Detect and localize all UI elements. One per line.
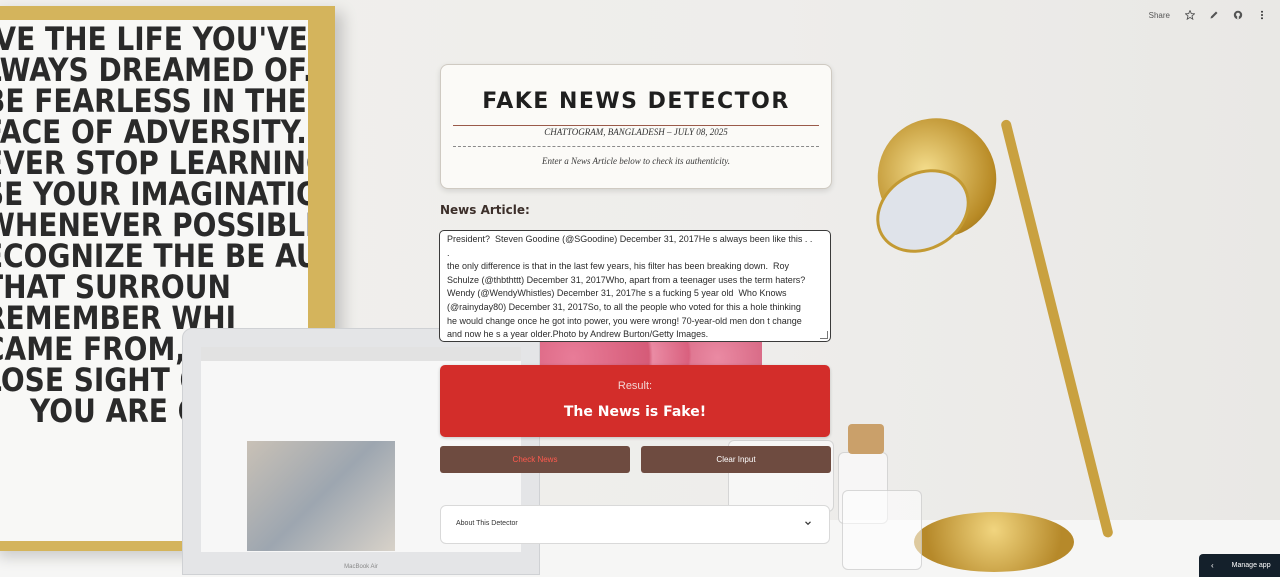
check-news-button[interactable]: Check News xyxy=(440,446,630,473)
header-card: FAKE NEWS DETECTOR CHATTOGRAM, BANGLADES… xyxy=(440,64,832,189)
title-divider xyxy=(453,125,819,126)
result-value: The News is Fake! xyxy=(563,404,707,420)
perfume-bottle xyxy=(842,490,922,570)
about-expander[interactable]: About This Detector xyxy=(440,505,830,544)
result-label: Result: xyxy=(617,380,653,392)
chevron-left-icon: ‹ xyxy=(1211,561,1214,570)
dashed-divider xyxy=(453,146,819,147)
result-box: Result: The News is Fake! xyxy=(440,365,830,437)
laptop-photo xyxy=(247,441,395,551)
lamp-arm xyxy=(1000,118,1114,539)
laptop-browser-bar xyxy=(201,347,521,361)
lamp-base xyxy=(914,512,1074,572)
about-label: About This Detector xyxy=(456,520,518,527)
manage-app-label: Manage app xyxy=(1231,562,1271,569)
manage-app-button[interactable]: ‹ Manage app xyxy=(1199,554,1280,577)
share-link[interactable]: Share xyxy=(1149,11,1170,20)
more-icon[interactable] xyxy=(1256,9,1268,21)
jar-cork xyxy=(848,424,884,454)
resize-handle[interactable] xyxy=(820,331,828,339)
star-icon[interactable] xyxy=(1184,9,1196,21)
page-title: FAKE NEWS DETECTOR xyxy=(482,89,790,114)
laptop-brand: MacBook Air xyxy=(344,564,378,570)
tagline: Enter a News Article below to check its … xyxy=(541,156,731,166)
dateline: CHATTOGRAM, BANGLADESH – JULY 08, 2025 xyxy=(544,127,728,137)
github-icon[interactable] xyxy=(1232,9,1244,21)
article-text: President? Steven Goodine (@SGoodine) De… xyxy=(447,234,813,340)
clear-input-button[interactable]: Clear Input xyxy=(641,446,831,473)
article-label: News Article: xyxy=(440,203,530,217)
chevron-down-icon xyxy=(805,521,811,526)
top-toolbar: Share xyxy=(1149,8,1268,22)
edit-icon[interactable] xyxy=(1208,9,1220,21)
article-textarea[interactable]: President? Steven Goodine (@SGoodine) De… xyxy=(439,230,831,342)
